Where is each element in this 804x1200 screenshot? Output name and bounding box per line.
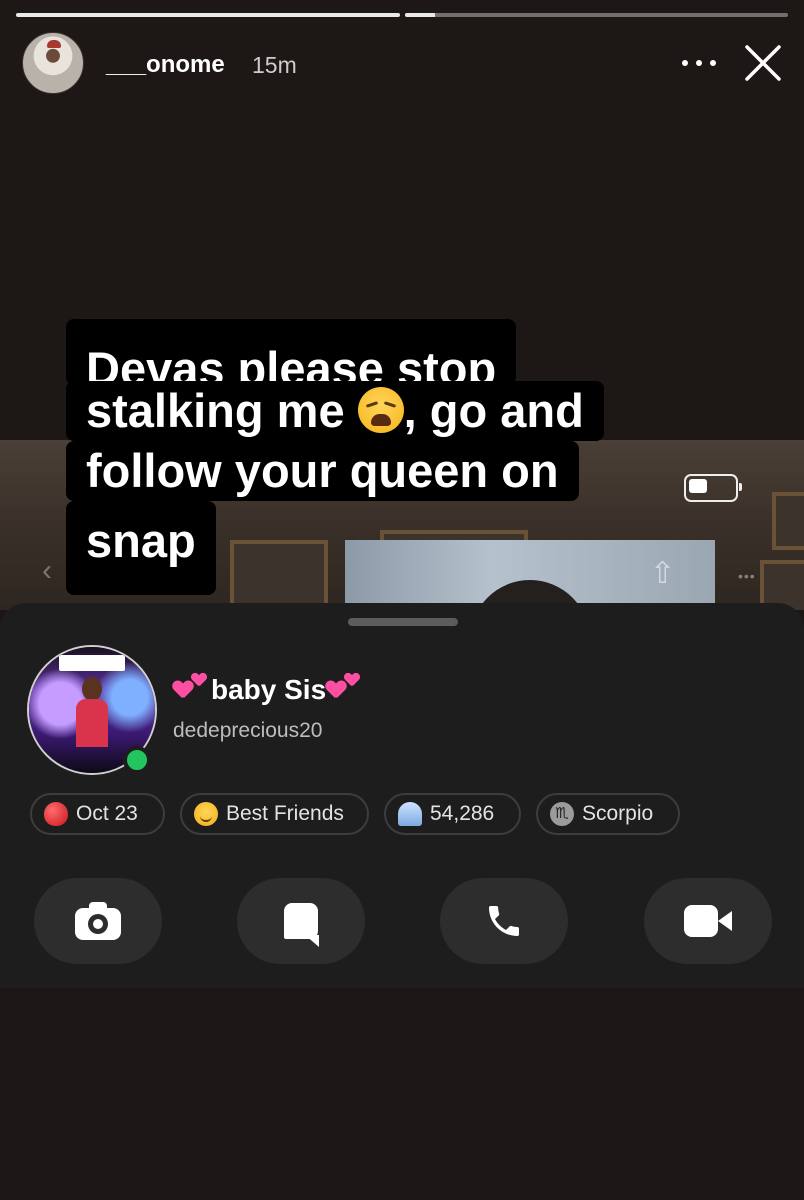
picture-frame (230, 540, 328, 610)
profile-display-name: baby Sis (173, 673, 364, 706)
smile-icon (194, 802, 218, 826)
chevron-left-icon: ‹ (42, 554, 52, 587)
more-horizontal-icon[interactable] (682, 60, 716, 68)
chat-button[interactable] (237, 878, 365, 964)
battery-icon (684, 474, 742, 502)
camera-icon (75, 902, 121, 940)
picture-frame (772, 492, 804, 550)
close-icon[interactable] (744, 44, 782, 82)
friendship-chip[interactable]: Best Friends (180, 793, 369, 835)
story-bottom-area (0, 988, 804, 1200)
progress-segment-2 (404, 13, 788, 17)
dots-icon: ••• (738, 568, 756, 584)
story-username[interactable]: ___onome (106, 51, 225, 79)
friendship-label: Best Friends (226, 802, 344, 825)
upload-icon: ⇧ (650, 557, 676, 590)
story-user-avatar[interactable] (22, 32, 84, 94)
story-timestamp: 15m (252, 52, 297, 78)
caption-line-4: snap (66, 501, 216, 595)
camera-button[interactable] (34, 878, 162, 964)
birthday-label: Oct 23 (76, 802, 138, 825)
weary-face-emoji-icon (357, 387, 404, 433)
call-button[interactable] (440, 878, 568, 964)
snapscore-label: 54,286 (430, 802, 495, 825)
video-icon (684, 905, 732, 937)
zodiac-chip[interactable]: ♏ Scorpio (536, 793, 680, 835)
caption-line-3: follow your queen on (66, 441, 579, 501)
caption-line-2: stalking me , go and (66, 381, 604, 441)
video-call-button[interactable] (644, 878, 772, 964)
balloon-icon (44, 802, 68, 826)
online-status-dot (123, 746, 151, 774)
snapscore-chip[interactable]: 54,286 (384, 793, 521, 835)
avatar-caption-strip (59, 655, 125, 671)
profile-actions (34, 878, 772, 964)
caption-line-1: Devas please stop (66, 319, 517, 395)
caption-line-2-end: , go and (403, 384, 584, 437)
birthday-chip[interactable]: Oct 23 (30, 793, 165, 835)
profile-username: dedeprecious20 (173, 719, 323, 742)
ghost-icon (398, 802, 422, 826)
story-progress-bar (16, 13, 788, 17)
sheet-grabber[interactable] (348, 618, 458, 626)
chat-icon (284, 903, 319, 947)
two-hearts-icon (173, 673, 211, 703)
progress-segment-1 (16, 13, 400, 17)
caption-line-2-start: stalking me (86, 384, 358, 437)
display-name-text: baby Sis (211, 674, 327, 705)
story-header: ___onome 15m (22, 32, 782, 94)
zodiac-label: Scorpio (582, 802, 654, 825)
two-hearts-icon (326, 673, 364, 703)
scorpio-icon: ♏ (550, 802, 574, 826)
phone-icon (489, 906, 519, 936)
snap-profile-sheet: baby Sis dedeprecious20 Oct 23 Best Frie… (0, 603, 804, 988)
